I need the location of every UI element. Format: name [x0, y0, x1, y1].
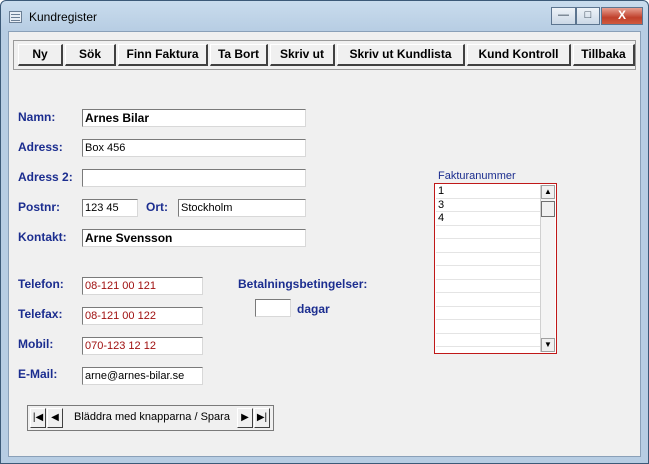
next-record-icon[interactable]: ▶ — [237, 408, 253, 428]
new-button[interactable]: Ny — [18, 44, 63, 66]
scroll-up-arrow-icon[interactable]: ▲ — [541, 185, 555, 199]
invoice-listbox[interactable]: 1 3 4 ▲ ▼ — [434, 183, 557, 354]
phone-field[interactable]: 08-121 00 121 — [82, 277, 203, 295]
app-window: Kundregister — □ X Ny Sök Finn Faktura T… — [0, 0, 649, 464]
search-button[interactable]: Sök — [65, 44, 116, 66]
name-field[interactable]: Arnes Bilar — [82, 109, 306, 127]
address-label: Adress: — [18, 140, 63, 154]
days-label: dagar — [297, 302, 330, 316]
invoice-item[interactable]: 1 — [436, 185, 540, 199]
close-button[interactable]: X — [601, 7, 643, 25]
payment-terms-label: Betalningsbetingelser: — [238, 277, 368, 291]
city-field[interactable]: Stockholm — [178, 199, 306, 217]
minimize-button[interactable]: — — [551, 7, 576, 25]
fax-label: Telefax: — [18, 307, 63, 321]
print-button[interactable]: Skriv ut — [270, 44, 335, 66]
address2-label: Adress 2: — [18, 170, 73, 184]
name-label: Namn: — [18, 110, 56, 124]
invoice-item[interactable]: 4 — [436, 212, 540, 226]
invoice-list: 1 3 4 — [436, 185, 540, 352]
maximize-button[interactable]: □ — [576, 7, 600, 25]
invoice-number-label: Fakturanummer — [438, 170, 516, 182]
address2-field[interactable] — [82, 169, 306, 187]
empty-row — [436, 239, 540, 253]
title-bar[interactable]: Kundregister — □ X — [1, 1, 648, 31]
empty-row — [436, 307, 540, 320]
print-customer-list-button[interactable]: Skriv ut Kundlista — [337, 44, 465, 66]
empty-row — [436, 226, 540, 239]
address-field[interactable]: Box 456 — [82, 139, 306, 157]
empty-row — [436, 320, 540, 334]
delete-button[interactable]: Ta Bort — [210, 44, 268, 66]
first-record-icon[interactable]: |◀ — [30, 408, 46, 428]
payment-days-field[interactable] — [255, 299, 291, 317]
email-label: E-Mail: — [18, 367, 58, 381]
empty-row — [436, 280, 540, 293]
scroll-thumb[interactable] — [541, 201, 555, 217]
back-button[interactable]: Tillbaka — [573, 44, 635, 66]
mobile-label: Mobil: — [18, 337, 54, 351]
mobile-field[interactable]: 070-123 12 12 — [82, 337, 203, 355]
postnr-field[interactable]: 123 45 — [82, 199, 138, 217]
city-label: Ort: — [146, 200, 168, 214]
postnr-label: Postnr: — [18, 200, 60, 214]
last-record-icon[interactable]: ▶| — [254, 408, 270, 428]
fax-field[interactable]: 08-121 00 122 — [82, 307, 203, 325]
invoice-item[interactable]: 3 — [436, 199, 540, 212]
window-title: Kundregister — [29, 10, 98, 24]
app-icon — [9, 11, 22, 23]
scroll-down-arrow-icon[interactable]: ▼ — [541, 338, 555, 352]
empty-row — [436, 293, 540, 307]
email-field[interactable]: arne@arnes-bilar.se — [82, 367, 203, 385]
contact-label: Kontakt: — [18, 230, 67, 244]
toolbar: Ny Sök Finn Faktura Ta Bort Skriv ut Skr… — [13, 40, 636, 70]
invoice-scrollbar[interactable]: ▲ ▼ — [540, 185, 555, 352]
customer-check-button[interactable]: Kund Kontroll — [467, 44, 571, 66]
empty-row — [436, 334, 540, 347]
contact-field[interactable]: Arne Svensson — [82, 229, 306, 247]
empty-row — [436, 253, 540, 266]
phone-label: Telefon: — [18, 277, 64, 291]
previous-record-icon[interactable]: ◀ — [47, 408, 63, 428]
empty-row — [436, 266, 540, 280]
find-invoice-button[interactable]: Finn Faktura — [118, 44, 208, 66]
navigator-caption: Bläddra med knapparna / Spara — [74, 411, 230, 423]
form-client-area: Ny Sök Finn Faktura Ta Bort Skriv ut Skr… — [8, 31, 641, 457]
record-navigator: |◀ ◀ Bläddra med knapparna / Spara ▶ ▶| — [27, 405, 274, 431]
